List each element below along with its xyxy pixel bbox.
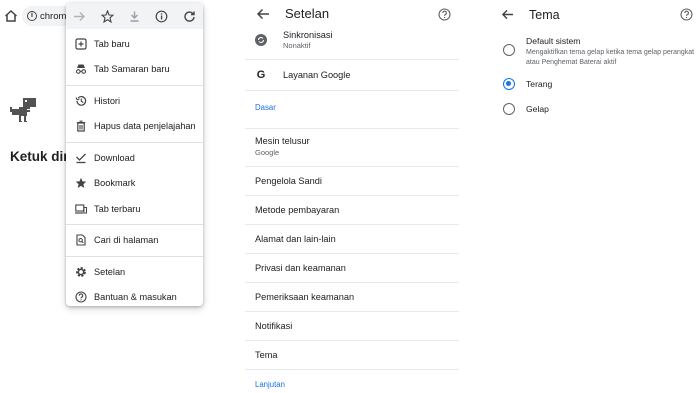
- section-basic: Dasar: [245, 91, 459, 112]
- section-advanced-label: Lanjutan: [255, 379, 285, 389]
- theme-option-dark[interactable]: Gelap: [503, 103, 549, 115]
- google-services-label: Layanan Google: [283, 70, 351, 80]
- search-engine-value: Google: [255, 148, 280, 157]
- browser-panel: i chrome Ketuk dino Tab baru Tab Samaran…: [0, 0, 232, 393]
- help-icon[interactable]: [438, 8, 451, 21]
- menu-divider: [66, 84, 203, 86]
- radio-system-default[interactable]: [503, 44, 515, 56]
- option-label: Gelap: [526, 104, 549, 114]
- settings-item-label: Pengelola Sandi: [255, 176, 322, 186]
- menu-item-label: Download: [94, 152, 135, 163]
- settings-row-password-manager[interactable]: Pengelola Sandi: [245, 167, 459, 196]
- new-tab-icon: [75, 38, 87, 50]
- dino-icon[interactable]: [10, 98, 38, 129]
- option-label: Terang: [526, 79, 553, 89]
- section-basic-label: Dasar: [255, 103, 276, 112]
- history-icon: [75, 95, 87, 107]
- menu-item-label: Bookmark: [94, 178, 136, 189]
- settings-panel: Setelan Sinkronisasi Nonaktif G Layanan …: [245, 0, 459, 393]
- settings-item-label: Alamat dan lain-lain: [255, 234, 336, 244]
- settings-header: Setelan: [245, 0, 459, 30]
- menu-item-clear-data[interactable]: Hapus data penjelajahan: [66, 114, 203, 140]
- page-title: Tema: [529, 8, 560, 22]
- page-title: Setelan: [285, 6, 330, 21]
- star-icon: [75, 177, 87, 189]
- incognito-icon: [75, 63, 87, 75]
- menu-item-label: Setelan: [94, 266, 126, 277]
- sync-icon: [255, 34, 267, 46]
- menu-divider: [66, 141, 203, 143]
- devices-icon: [75, 203, 87, 215]
- menu-item-label: Hapus data penjelajahan: [94, 121, 196, 132]
- menu-item-new-tab[interactable]: Tab baru: [66, 31, 203, 57]
- settings-row-addresses[interactable]: Alamat dan lain-lain: [245, 225, 459, 254]
- theme-panel: Tema Default sistem Mengaktifkan tema ge…: [492, 0, 700, 393]
- menu-item-find-in-page[interactable]: Cari di halaman: [66, 228, 203, 254]
- menu-item-download[interactable]: Download: [66, 145, 203, 171]
- settings-row-theme[interactable]: Tema: [245, 341, 459, 370]
- menu-item-label: Bantuan & masukan: [94, 292, 177, 303]
- menu-item-history[interactable]: Histori: [66, 88, 203, 114]
- menu-item-settings[interactable]: Setelan: [66, 259, 203, 285]
- menu-item-label: Cari di halaman: [94, 235, 159, 246]
- settings-row-privacy-security[interactable]: Privasi dan keamanan: [245, 254, 459, 283]
- home-icon[interactable]: [3, 8, 19, 24]
- help-icon[interactable]: [680, 8, 693, 21]
- back-arrow-icon[interactable]: [501, 8, 514, 26]
- menu-item-bookmarks[interactable]: Bookmark: [66, 171, 203, 197]
- radio-dark[interactable]: [503, 103, 515, 115]
- settings-row-safety-check[interactable]: Pemeriksaan keamanan: [245, 283, 459, 312]
- bookmark-star-icon[interactable]: [93, 9, 120, 23]
- search-engine-label: Mesin telusur: [255, 136, 310, 146]
- settings-row-payment-methods[interactable]: Metode pembayaran: [245, 196, 459, 225]
- download-page-icon[interactable]: [121, 10, 148, 23]
- theme-option-system-default[interactable]: Default sistem Mengaktifkan tema gelap k…: [503, 36, 700, 67]
- chrome-menu: Tab baru Tab Samaran baru Histori Hapus …: [66, 3, 203, 306]
- menu-action-bar: [66, 3, 203, 29]
- menu-item-recent-tabs[interactable]: Tab terbaru: [66, 196, 203, 222]
- settings-item-label: Notifikasi: [255, 321, 293, 331]
- settings-item-label: Metode pembayaran: [255, 205, 340, 215]
- refresh-icon[interactable]: [176, 10, 203, 23]
- download-check-icon: [75, 152, 87, 164]
- settings-item-label: Pemeriksaan keamanan: [255, 292, 355, 302]
- menu-item-label: Histori: [94, 95, 121, 106]
- gear-icon: [75, 266, 87, 278]
- menu-item-help[interactable]: Bantuan & masukan: [66, 285, 203, 311]
- menu-item-incognito[interactable]: Tab Samaran baru: [66, 57, 203, 83]
- settings-item-label: Tema: [255, 350, 278, 360]
- back-arrow-icon[interactable]: [256, 7, 272, 23]
- trash-icon: [75, 120, 87, 132]
- settings-row-sync[interactable]: Sinkronisasi Nonaktif: [245, 30, 459, 60]
- settings-row-notifications[interactable]: Notifikasi: [245, 312, 459, 341]
- settings-row-search-engine[interactable]: Mesin telusur Google: [245, 129, 459, 167]
- settings-item-label: Privasi dan keamanan: [255, 263, 346, 273]
- radio-light[interactable]: [503, 78, 515, 90]
- menu-divider: [66, 224, 203, 225]
- option-description: Mengaktifkan tema gelap ketika tema gela…: [526, 49, 695, 66]
- section-divider: [245, 112, 459, 129]
- sync-status: Nonaktif: [283, 41, 311, 50]
- theme-option-light[interactable]: Terang: [503, 78, 552, 90]
- sync-label: Sinkronisasi: [283, 30, 333, 40]
- menu-item-label: Tab baru: [94, 38, 130, 49]
- google-icon: G: [256, 69, 266, 81]
- section-advanced[interactable]: Lanjutan: [245, 370, 459, 393]
- find-in-page-icon: [75, 234, 87, 246]
- menu-item-label: Tab Samaran baru: [94, 64, 170, 75]
- option-label: Default sistem: [526, 36, 581, 46]
- menu-item-label: Tab terbaru: [94, 203, 141, 214]
- settings-row-google-services[interactable]: G Layanan Google: [245, 60, 459, 91]
- page-info-icon[interactable]: [148, 10, 175, 23]
- menu-divider: [66, 255, 203, 257]
- forward-icon[interactable]: [66, 10, 93, 23]
- site-info-icon[interactable]: i: [27, 11, 37, 21]
- help-icon: [75, 291, 87, 303]
